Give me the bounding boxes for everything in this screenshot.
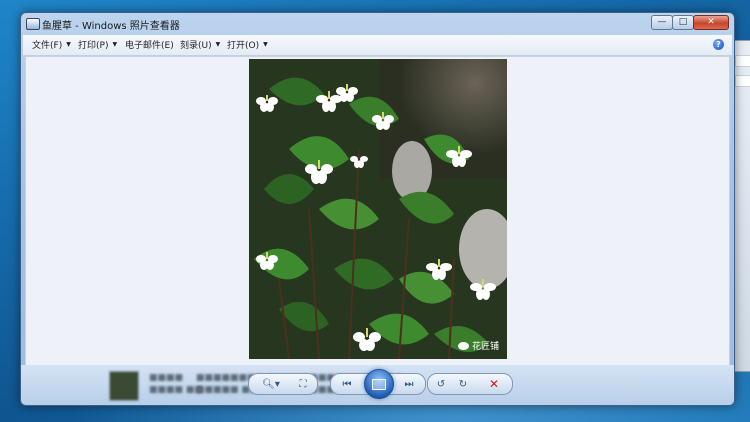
rotate-clockwise-icon[interactable]: ↻ [453, 376, 473, 392]
wechat-icon [457, 341, 469, 350]
chevron-down-icon: ▼ [263, 41, 268, 48]
thumbnail-preview [109, 371, 139, 401]
blurred-taskbar-text: ■■■■ [149, 373, 184, 383]
watermark: 花匠铺 [457, 339, 499, 352]
plant-illustration [249, 59, 507, 359]
slideshow-button[interactable] [364, 369, 394, 399]
menu-open-label: 打开(O) [227, 41, 260, 51]
bottom-toolbar: ■■■■ ■■■■ ■■ ■■■■■■■■ ■■■■■■■■■■■■■■■■ ■… [21, 365, 734, 405]
edit-group: ↺ ↻ ✕ [427, 373, 513, 395]
title-bar[interactable]: 鱼腥草 - Windows 照片查看器 — □ ✕ [21, 13, 734, 35]
chevron-down-icon: ▼ [112, 41, 118, 48]
window-title: 鱼腥草 - Windows 照片查看器 [42, 21, 180, 32]
chevron-down-icon: ▼ [66, 41, 71, 48]
photo-viewer-app-icon [26, 18, 40, 30]
flower-photo: 花匠铺 [249, 59, 507, 359]
slideshow-icon [372, 378, 386, 390]
menu-open[interactable]: 打开(O) ▼ [227, 38, 268, 51]
image-viewport: 花匠铺 [25, 56, 730, 366]
menu-burn-label: 刻录(U) [180, 41, 212, 51]
menu-file[interactable]: 文件(F) ▼ [32, 38, 71, 51]
zoom-group: 🔍︎▾ ⛶ [248, 373, 318, 395]
previous-icon[interactable]: ⏮ [337, 376, 357, 392]
menu-burn[interactable]: 刻录(U) ▼ [180, 38, 220, 51]
minimize-button[interactable]: — [651, 15, 673, 30]
menu-bar: 文件(F) ▼ 打印(P) ▼ 电子邮件(E) 刻录(U) ▼ 打开(O) ▼ ? [23, 35, 732, 56]
chevron-down-icon: ▼ [215, 41, 221, 48]
blurred-taskbar-text: ■■■■ ■■ [149, 385, 203, 395]
help-icon[interactable]: ? [713, 39, 724, 50]
close-button[interactable]: ✕ [693, 15, 729, 30]
background-window-strip [735, 55, 750, 67]
rotate-counterclockwise-icon[interactable]: ↺ [431, 376, 451, 392]
menu-print[interactable]: 打印(P) ▼ [78, 38, 117, 51]
background-window-strip [735, 75, 750, 87]
delete-icon[interactable]: ✕ [484, 376, 504, 392]
menu-file-label: 文件(F) [32, 41, 63, 51]
caption-buttons: — □ ✕ [651, 15, 729, 30]
actual-size-icon[interactable]: ⛶ [293, 376, 313, 392]
next-icon[interactable]: ⏭ [399, 376, 419, 392]
photo-viewer-window: 鱼腥草 - Windows 照片查看器 — □ ✕ 文件(F) ▼ 打印(P) ▼ … [20, 12, 735, 406]
menu-email-label: 电子邮件(E) [125, 41, 174, 51]
maximize-button[interactable]: □ [672, 15, 694, 30]
menu-print-label: 打印(P) [78, 41, 109, 51]
watermark-text: 花匠铺 [471, 342, 499, 352]
magnifier-icon[interactable]: 🔍︎▾ [257, 376, 285, 392]
menu-email[interactable]: 电子邮件(E) [125, 38, 174, 51]
